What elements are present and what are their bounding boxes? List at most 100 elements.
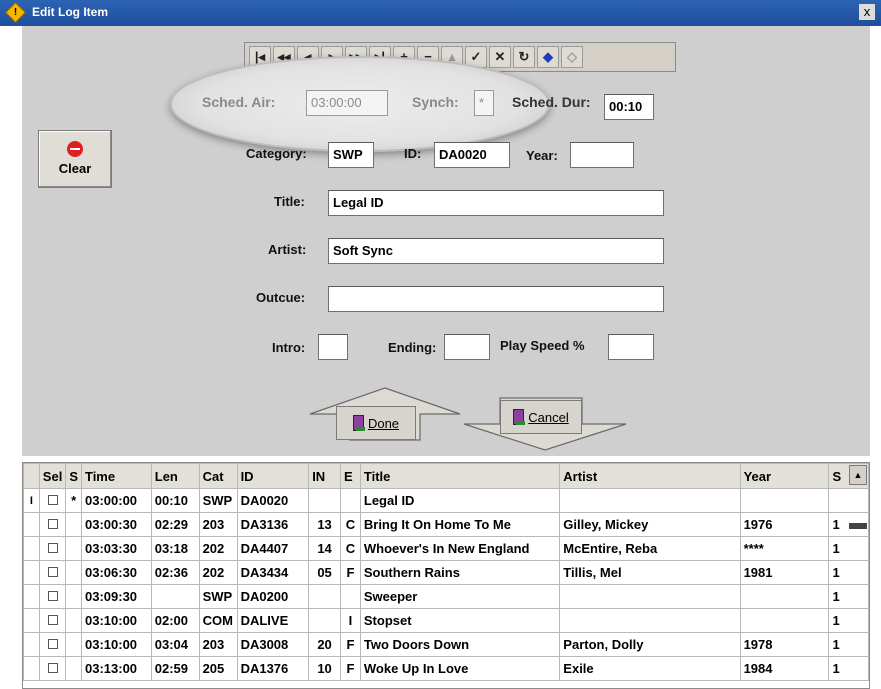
cell-time[interactable]: 03:13:00 [80,656,152,681]
cell-year[interactable] [739,608,830,633]
select-checkbox[interactable] [47,663,58,673]
cell-id[interactable]: DALIVE [236,608,310,633]
table-row[interactable]: I * 03:00:00 00:10 SWP DA0020 Legal ID [23,488,869,513]
cell-e[interactable]: C [339,536,361,561]
cancel-edit-button[interactable]: ✕ [489,46,511,68]
cell-year[interactable] [739,584,830,609]
category-field[interactable]: SWP [328,142,374,168]
cell-cat[interactable]: SWP [198,584,238,609]
cell-s[interactable] [65,536,82,561]
select-checkbox[interactable] [47,519,58,529]
cell-s[interactable] [65,512,82,537]
id-field[interactable]: DA0020 [434,142,510,168]
column-header[interactable]: ID [236,463,310,489]
cell-artist[interactable] [559,584,741,609]
cell-artist[interactable]: Tillis, Mel [559,560,741,585]
row-marker[interactable] [23,584,40,609]
outcue-field[interactable] [328,286,664,312]
column-header[interactable]: Len [150,463,200,489]
row-marker[interactable] [23,536,40,561]
cell-s[interactable] [65,584,82,609]
cell-e[interactable]: F [339,656,361,681]
synch-field[interactable]: * [474,90,494,116]
table-row[interactable]: 03:03:30 03:18 202 DA4407 14 C Whoever's In Ne… [23,536,869,561]
cell-len[interactable]: 02:29 [150,512,200,537]
table-row[interactable]: 03:10:00 03:04 203 DA3008 20 F Two Doors Down P… [23,632,869,657]
cell-last[interactable]: 1 [828,560,869,585]
select-checkbox[interactable] [47,543,58,553]
column-header[interactable]: Title [359,463,561,489]
cell-time[interactable]: 03:00:30 [80,512,152,537]
cell-cat[interactable]: 202 [198,536,238,561]
sched-dur-field[interactable]: 00:10 [604,94,654,120]
cell-len[interactable]: 03:18 [150,536,200,561]
column-header[interactable]: Artist [559,463,741,489]
cancel-button[interactable]: Cancel [500,400,582,434]
cell-cat[interactable]: 203 [198,512,238,537]
select-checkbox[interactable] [47,567,58,577]
cell-in[interactable]: 20 [308,632,341,657]
cell-cat[interactable]: 203 [198,632,238,657]
cell-id[interactable]: DA3008 [236,632,310,657]
cell-year[interactable]: 1981 [739,560,830,585]
cell-len[interactable] [150,584,200,609]
cell-artist[interactable]: Gilley, Mickey [559,512,741,537]
cell-s[interactable] [65,656,82,681]
cell-time[interactable]: 03:10:00 [80,632,152,657]
cell-artist[interactable]: Exile [559,656,741,681]
column-header[interactable]: IN [308,463,341,489]
cell-in[interactable]: 13 [308,512,341,537]
select-checkbox[interactable] [47,639,58,649]
cell-id[interactable]: DA0200 [236,584,310,609]
save-tag-button[interactable]: ◆ [537,46,559,68]
scroll-thumb[interactable] [849,523,867,529]
cell-s[interactable]: * [65,488,82,513]
cell-time[interactable]: 03:00:00 [80,488,152,513]
cell-artist[interactable]: McEntire, Reba [559,536,741,561]
row-marker[interactable] [23,608,40,633]
intro-field[interactable] [318,334,348,360]
row-marker[interactable] [23,632,40,657]
cell-in[interactable] [308,584,341,609]
select-checkbox[interactable] [47,495,58,505]
table-row[interactable]: 03:06:30 02:36 202 DA3434 05 F Southern Rains T… [23,560,869,585]
table-row[interactable]: 03:10:00 02:00 COM DALIVE I Stopset 1 [23,608,869,633]
column-header[interactable]: E [339,463,361,489]
cell-artist[interactable] [559,488,741,513]
cell-title[interactable]: Sweeper [359,584,561,609]
cell-artist[interactable]: Parton, Dolly [559,632,741,657]
cell-e[interactable] [339,584,361,609]
cell-last[interactable]: 1 [828,608,869,633]
cell-len[interactable]: 03:04 [150,632,200,657]
cell-time[interactable]: 03:10:00 [80,608,152,633]
clear-tag-button[interactable]: ◇ [561,46,583,68]
row-marker[interactable]: I [23,488,40,513]
cell-id[interactable]: DA3434 [236,560,310,585]
cell-in[interactable]: 10 [308,656,341,681]
column-header[interactable]: Sel [38,463,67,489]
cell-last[interactable]: 1 [828,584,869,609]
cell-time[interactable]: 03:06:30 [80,560,152,585]
cell-id[interactable]: DA0020 [236,488,310,513]
cell-e[interactable]: C [339,512,361,537]
cell-id[interactable]: DA4407 [236,536,310,561]
cell-e[interactable]: I [339,608,361,633]
cell-id[interactable]: DA1376 [236,656,310,681]
cell-len[interactable]: 02:00 [150,608,200,633]
cell-title[interactable]: Bring It On Home To Me [359,512,561,537]
cell-e[interactable]: F [339,560,361,585]
cell-e[interactable] [339,488,361,513]
cell-s[interactable] [65,560,82,585]
play-speed-field[interactable] [608,334,654,360]
cell-last[interactable]: 1 [828,656,869,681]
select-checkbox[interactable] [47,591,58,601]
sched-air-field[interactable]: 03:00:00 [306,90,388,116]
done-button[interactable]: Done [336,406,416,440]
cell-last[interactable]: 1 [828,536,869,561]
cell-title[interactable]: Legal ID [359,488,561,513]
cell-len[interactable]: 02:36 [150,560,200,585]
cell-cat[interactable]: 205 [198,656,238,681]
column-header[interactable]: Time [80,463,152,489]
row-marker[interactable] [23,560,40,585]
cell-in[interactable]: 14 [308,536,341,561]
